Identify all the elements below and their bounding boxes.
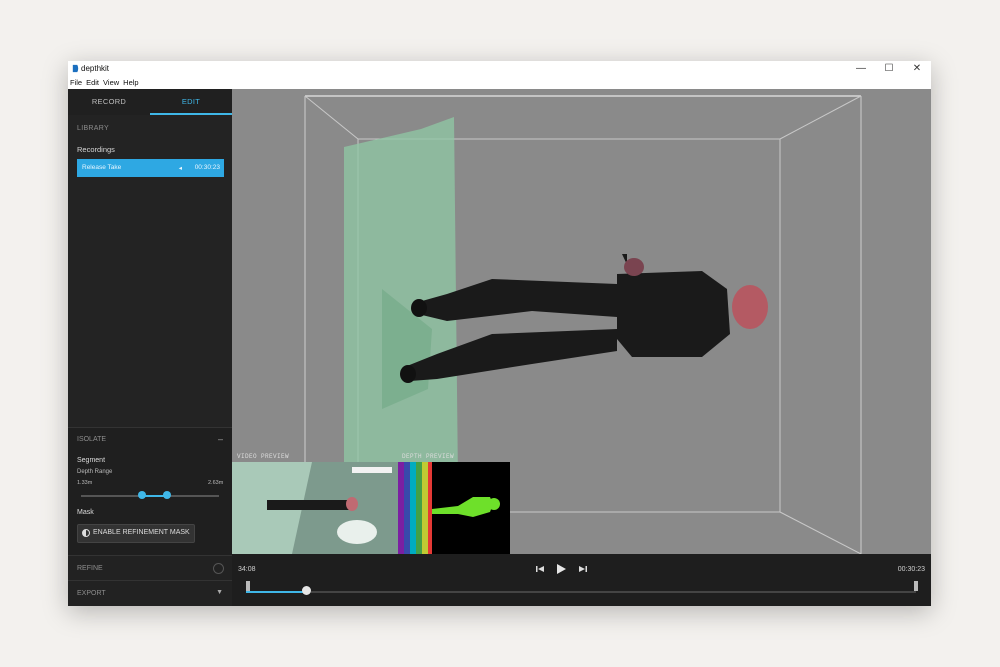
menu-view[interactable]: View <box>103 77 119 89</box>
range-min-value: 1.33m <box>77 480 93 486</box>
playhead[interactable] <box>302 586 312 595</box>
play-icon[interactable] <box>554 562 568 576</box>
half-circle-icon <box>82 529 90 537</box>
depth-preview-label: DEPTH PREVIEW <box>402 453 455 460</box>
refine-toggle-icon[interactable] <box>213 563 224 574</box>
mask-label: Mask <box>77 509 94 516</box>
timeline-progress <box>246 591 307 593</box>
mask-button-label: ENABLE REFINEMENT MASK <box>93 529 190 536</box>
title-bar: depthkit — ☐ ✕ <box>68 61 931 77</box>
window-title: depthkit <box>81 64 110 73</box>
end-time: 00:30:23 <box>897 566 925 573</box>
sidebar: RECORD EDIT LIBRARY Recordings Release T… <box>68 89 232 606</box>
depth-range-slider[interactable] <box>81 495 219 497</box>
library-header: LIBRARY <box>77 125 109 132</box>
depth-preview <box>398 462 510 554</box>
recording-item[interactable]: Release Take ◂ 00:30:23 <box>77 159 224 177</box>
menu-file[interactable]: File <box>70 77 82 89</box>
timeline-bar: 34:08 00:30:23 <box>232 554 931 606</box>
collapse-icon[interactable]: – <box>218 434 223 444</box>
app-window: depthkit — ☐ ✕ File Edit View Help RECORD E… <box>68 61 931 606</box>
tab-record[interactable]: RECORD <box>68 89 150 115</box>
mode-tabs: RECORD EDIT <box>68 89 232 115</box>
export-label: EXPORT <box>77 590 106 597</box>
preview-strip: VIDEO PREVIEW DEPTH PREVIEW <box>232 453 510 554</box>
chevron-down-icon: ▼ <box>216 589 223 596</box>
export-section[interactable]: EXPORT ▼ <box>68 580 232 606</box>
depth-range-label: Depth Range <box>77 469 113 475</box>
minimize-button[interactable]: — <box>847 61 875 77</box>
maximize-button[interactable]: ☐ <box>875 61 903 77</box>
tab-edit[interactable]: EDIT <box>150 89 232 115</box>
skip-forward-icon[interactable] <box>576 562 590 576</box>
recording-indicator-icon: ◂ <box>178 165 182 172</box>
timeline-scrubber[interactable] <box>246 591 916 593</box>
isolate-panel: ISOLATE – Segment Depth Range 1.33m 2.63… <box>68 427 232 556</box>
isolate-header[interactable]: ISOLATE <box>77 436 106 443</box>
current-time: 34:08 <box>238 566 256 573</box>
menu-bar: File Edit View Help <box>68 77 931 89</box>
segment-label: Segment <box>77 457 106 464</box>
enable-refinement-mask-button[interactable]: ENABLE REFINEMENT MASK <box>77 524 195 543</box>
menu-edit[interactable]: Edit <box>86 77 99 89</box>
recording-name: Release Take <box>82 164 122 171</box>
depth-range-max-handle[interactable] <box>162 491 171 499</box>
skip-back-icon[interactable] <box>533 562 547 576</box>
range-max-value: 2.63m <box>208 480 224 486</box>
refine-label: REFINE <box>77 565 103 572</box>
video-preview-label: VIDEO PREVIEW <box>237 453 290 460</box>
menu-help[interactable]: Help <box>123 77 138 89</box>
recording-duration: 00:30:23 <box>194 164 220 171</box>
out-point-handle[interactable] <box>914 581 918 591</box>
video-preview <box>232 462 398 554</box>
depth-range-min-handle[interactable] <box>137 491 146 499</box>
depthkit-logo-icon <box>72 64 79 73</box>
close-button[interactable]: ✕ <box>903 61 931 77</box>
refine-section[interactable]: REFINE <box>68 555 232 581</box>
in-point-handle[interactable] <box>246 581 250 591</box>
recordings-label: Recordings <box>77 145 115 154</box>
